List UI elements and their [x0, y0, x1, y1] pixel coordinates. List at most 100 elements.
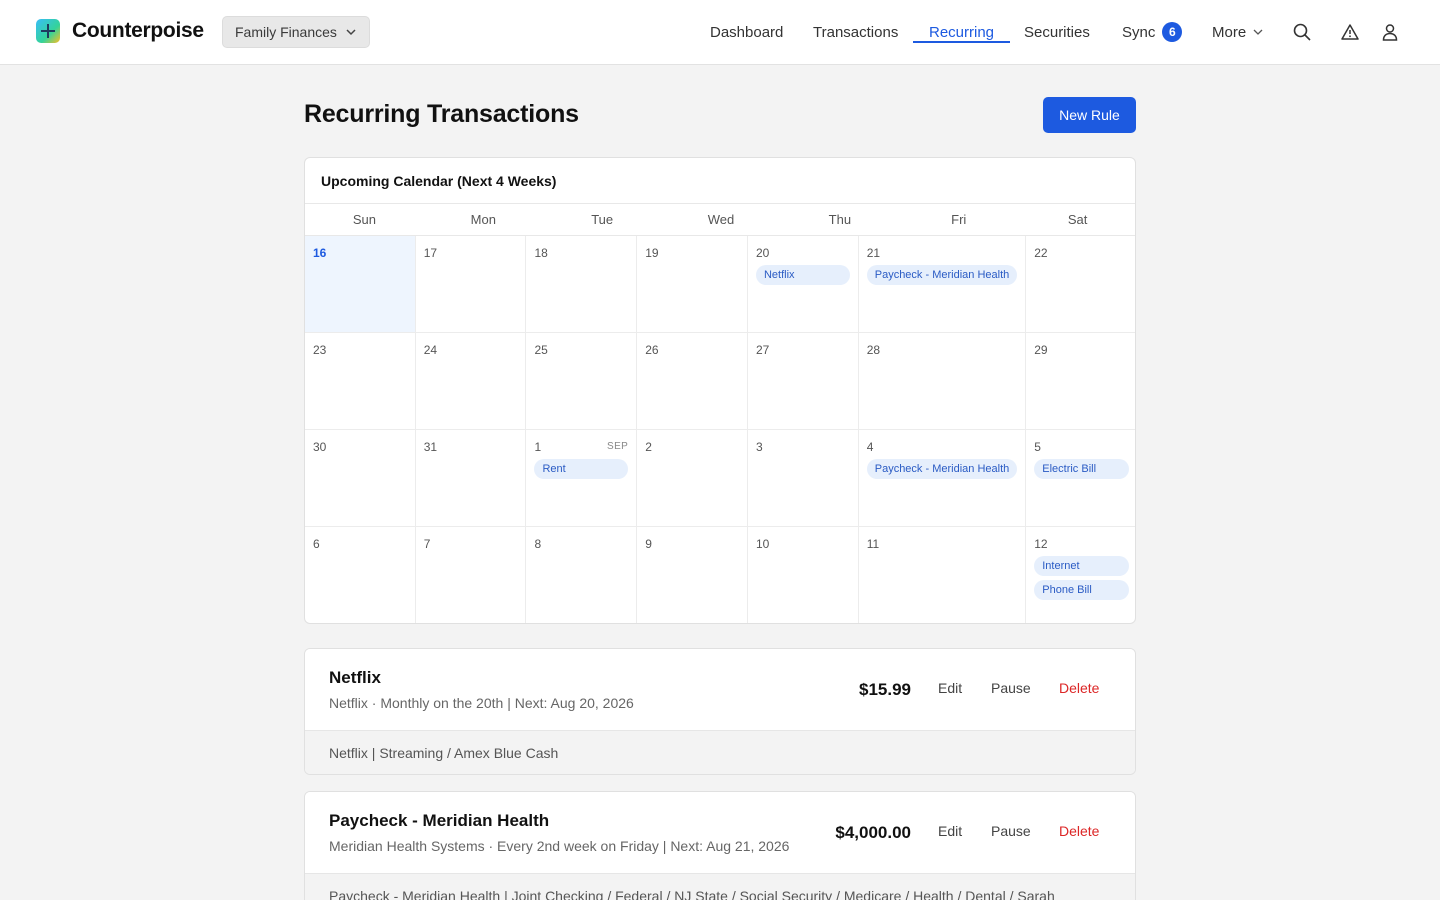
calendar-day-cell[interactable]: 27 — [747, 333, 859, 430]
new-rule-button[interactable]: New Rule — [1043, 97, 1136, 133]
day-number: 29 — [1034, 343, 1048, 357]
rule-details: Netflix | Streaming / Amex Blue Cash — [305, 730, 1135, 774]
weekday-label: Thu — [828, 212, 852, 227]
day-number: 16 — [313, 246, 327, 260]
delete-rule-button[interactable]: Delete — [1059, 680, 1099, 696]
alert-triangle-icon[interactable] — [1338, 20, 1362, 44]
calendar-day-cell[interactable]: 23 — [305, 333, 416, 430]
user-icon[interactable] — [1378, 20, 1402, 44]
calendar-day-cell[interactable]: 5 Electric Bill — [1026, 430, 1135, 527]
day-number: 30 — [313, 440, 327, 454]
day-number: 5 — [1034, 440, 1041, 454]
rule-name: Paycheck - Meridian Health — [329, 811, 550, 830]
rule-details: Paycheck - Meridian Health | Joint Check… — [305, 873, 1135, 900]
edit-rule-button[interactable]: Edit — [938, 823, 962, 839]
calendar-event-pill[interactable]: Electric Bill — [1034, 459, 1129, 479]
rule-schedule: Meridian Health Systems · Every 2nd week… — [329, 838, 790, 854]
calendar-day-cell[interactable]: 28 — [858, 333, 1027, 430]
pause-rule-button[interactable]: Pause — [991, 823, 1031, 839]
day-number: 31 — [423, 440, 438, 454]
day-number: 12 — [1034, 537, 1048, 551]
day-number: 18 — [534, 246, 548, 260]
day-number: 11 — [866, 537, 880, 551]
day-number: 8 — [534, 537, 542, 551]
weekday-label: Fri — [951, 212, 967, 227]
day-number: 23 — [313, 343, 327, 357]
nav-securities[interactable]: Securities — [1024, 0, 1090, 64]
pause-rule-button[interactable]: Pause — [991, 680, 1031, 696]
day-number: 19 — [645, 246, 659, 260]
nav-more-label: More — [1212, 23, 1247, 41]
calendar-day-cell[interactable]: 25 — [526, 333, 638, 430]
recurring-rule-card: Paycheck - Meridian Health Meridian Heal… — [304, 791, 1136, 900]
day-number: 2 — [645, 440, 652, 454]
brand[interactable]: Counterpoise — [36, 19, 204, 43]
calendar-event-pill[interactable]: Paycheck - Meridian Health — [866, 265, 1018, 285]
day-number: 26 — [645, 343, 659, 357]
search-icon[interactable] — [1290, 20, 1314, 44]
calendar-event-pill[interactable]: Paycheck - Meridian Health — [866, 459, 1018, 479]
day-number: 4 — [866, 440, 874, 454]
calendar-day-cell[interactable]: 24 — [415, 333, 527, 430]
calendar-day-cell[interactable]: 6 — [305, 527, 416, 623]
nav-recurring[interactable]: Recurring — [912, 0, 1011, 64]
month-label: SEP — [607, 441, 629, 452]
nav-transactions[interactable]: Transactions — [813, 0, 898, 64]
calendar-day-cell[interactable]: 3 — [747, 430, 859, 527]
account-selector[interactable]: Family Finances — [222, 16, 370, 48]
top-navigation-bar: Counterpoise Family Finances Dashboard T… — [0, 0, 1440, 65]
calendar-day-cell[interactable]: 9 — [637, 527, 748, 623]
calendar-event-pill[interactable]: Phone Bill — [1034, 580, 1129, 600]
day-events: Electric Bill — [1034, 459, 1129, 479]
calendar-day-cell[interactable]: 26 — [637, 333, 748, 430]
calendar-day-cell[interactable]: 12 Internet Phone Bill — [1026, 527, 1135, 623]
calendar-day-cell[interactable]: 31 — [415, 430, 527, 527]
rule-summary: Paycheck - Meridian Health Meridian Heal… — [305, 792, 1135, 873]
upcoming-calendar: Upcoming Calendar (Next 4 Weeks) Sun Mon… — [304, 157, 1136, 624]
weekday-label: Tue — [591, 212, 614, 227]
nav-sync-label: Sync — [1122, 23, 1156, 41]
calendar-day-cell[interactable]: 22 — [1026, 236, 1135, 333]
calendar-day-cell[interactable]: 29 — [1026, 333, 1135, 430]
nav-more[interactable]: More — [1212, 0, 1264, 64]
calendar-day-cell[interactable]: 20 Netflix — [747, 236, 859, 333]
calendar-day-cell[interactable]: 10 — [748, 527, 859, 623]
calendar-event-pill[interactable]: Internet — [1034, 556, 1129, 576]
weekday-label: Wed — [707, 212, 735, 227]
logo-icon — [36, 19, 60, 43]
day-number: 10 — [755, 537, 770, 551]
calendar-day-cell[interactable]: 4 Paycheck - Meridian Health — [858, 430, 1027, 527]
calendar-title: Upcoming Calendar (Next 4 Weeks) — [321, 173, 557, 189]
calendar-day-cell[interactable]: 17 — [415, 236, 527, 333]
calendar-day-cell[interactable]: 7 — [416, 527, 527, 623]
day-number: 7 — [423, 537, 431, 551]
day-number: 24 — [423, 343, 438, 357]
calendar-day-cell[interactable]: 11 — [859, 527, 1027, 623]
weekday-label: Sun — [352, 212, 376, 227]
rule-schedule: Netflix · Monthly on the 20th | Next: Au… — [329, 695, 634, 711]
calendar-day-cell[interactable]: 30 — [305, 430, 416, 527]
calendar-day-cell[interactable]: 21 Paycheck - Meridian Health — [858, 236, 1027, 333]
edit-rule-button[interactable]: Edit — [938, 680, 962, 696]
recurring-rule-card: Netflix Netflix · Monthly on the 20th | … — [304, 648, 1136, 775]
calendar-event-pill[interactable]: Netflix — [755, 265, 850, 285]
nav-sync[interactable]: Sync 6 — [1122, 0, 1183, 64]
calendar-weekday-header: Sun Mon Tue Wed Thu Fri Sat — [305, 203, 1135, 236]
calendar-event-pill[interactable]: Rent — [534, 459, 629, 479]
calendar-day-cell[interactable]: 8 — [526, 527, 638, 623]
calendar-day-cell[interactable]: 18 — [526, 236, 638, 333]
calendar-day-cell[interactable]: 1 SEP Rent — [526, 430, 638, 527]
day-number: 17 — [423, 246, 438, 260]
app-name: Counterpoise — [72, 19, 204, 42]
page-title: Recurring Transactions — [304, 100, 579, 128]
account-selector-label: Family Finances — [235, 24, 337, 40]
calendar-day-cell[interactable]: 16 — [305, 236, 416, 333]
delete-rule-button[interactable]: Delete — [1059, 823, 1099, 839]
calendar-day-cell[interactable]: 19 — [637, 236, 748, 333]
day-number: 25 — [534, 343, 548, 357]
nav-dashboard[interactable]: Dashboard — [710, 0, 783, 64]
chevron-down-icon — [346, 29, 356, 36]
calendar-day-cell[interactable]: 2 — [637, 430, 748, 527]
chevron-down-icon — [1253, 29, 1263, 35]
rule-amount: $15.99 — [859, 680, 911, 699]
